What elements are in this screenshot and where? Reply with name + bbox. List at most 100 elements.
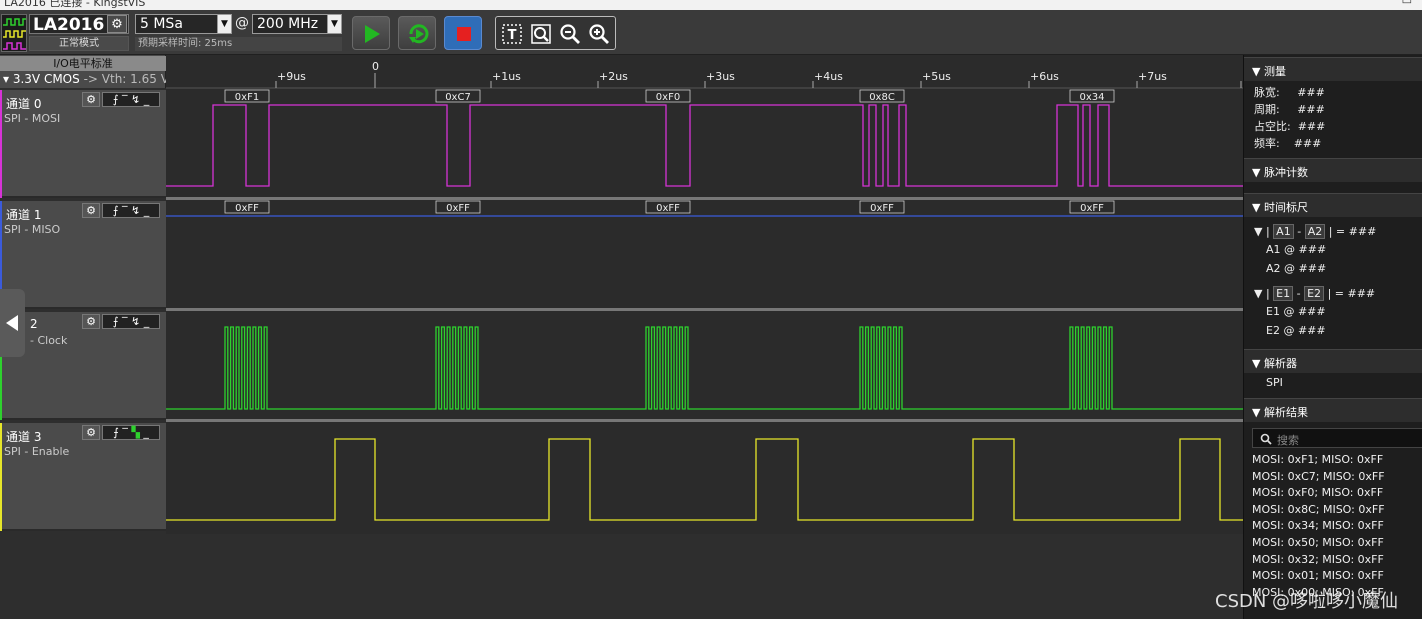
- pulse-count-title: ▼ 脉冲计数: [1252, 166, 1308, 179]
- measure-section-header[interactable]: ▼ 测量: [1244, 57, 1422, 81]
- result-row[interactable]: MOSI: 0x8C; MISO: 0xFF: [1252, 503, 1385, 516]
- decode-label: 0x8C: [869, 92, 895, 103]
- start-button[interactable]: [352, 16, 390, 50]
- at-symbol: @: [235, 15, 249, 31]
- time-markers-section-header[interactable]: ▼ 时间标尺: [1244, 193, 1422, 217]
- decode-label: 0xFF: [656, 203, 680, 214]
- ruler-tick-label: +2us: [599, 70, 628, 83]
- toolbar: LA2016 ⚙ 正常模式 5 MSa ▼ @ 200 MHz ▼ 预期采样时间…: [0, 10, 1422, 55]
- zoom-toolbar: T: [495, 16, 616, 50]
- results-search-input[interactable]: 搜索: [1252, 428, 1422, 448]
- sample-rate-value: 200 MHz: [257, 16, 319, 32]
- ruler-tick-label: +7us: [1138, 70, 1167, 83]
- io-standard-header: I/O电平标准 ▾ 3.3V CMOS -> Vth: 1.65 V: [0, 55, 169, 88]
- channel-gear-icon[interactable]: ⚙: [82, 314, 100, 329]
- channel-color-stripe: [0, 90, 2, 198]
- channel-name: 通道 3: [6, 430, 42, 444]
- ruler-tick-label: +5us: [922, 70, 951, 83]
- sample-depth-select[interactable]: 5 MSa ▼: [135, 14, 232, 34]
- result-row[interactable]: MOSI: 0xF1; MISO: 0xFF: [1252, 453, 1383, 466]
- channel-trigger-icons: ⚙ ⨍ ‾ ↯ _: [82, 314, 162, 330]
- decode-label: 0xF0: [656, 92, 680, 103]
- chevron-down-icon[interactable]: ▼: [217, 15, 231, 33]
- zoom-in-button[interactable]: [588, 23, 610, 45]
- mosi-waveform: [166, 104, 1243, 187]
- trigger-edge-icons[interactable]: ⨍ ‾ ▚ _: [102, 425, 160, 440]
- waveform-area[interactable]: 0xF1 0xC7 0xF0 0x8C 0x34 0xFF 0xFF 0xFF 0xFF 0xFF: [166, 89, 1243, 534]
- io-level-value: ▾ 3.3V CMOS: [3, 72, 80, 86]
- channel-gear-icon[interactable]: ⚙: [82, 92, 100, 107]
- decode-label: 0xFF: [235, 203, 259, 214]
- marker-e-pair[interactable]: ▼ | E1 - E2 | = ###: [1254, 286, 1375, 301]
- right-panel: ▼ 测量 脉宽: ### 周期: ### 占空比: ### 频率: ### ▼ …: [1243, 55, 1422, 619]
- result-row[interactable]: MOSI: 0x01; MISO: 0xFF: [1252, 569, 1384, 582]
- trigger-edge-icons[interactable]: ⨍ ‾ ↯ _: [102, 314, 160, 329]
- channel-trigger-icons: ⚙ ⨍ ‾ ↯ _: [82, 92, 162, 108]
- channel-color-stripe: [0, 423, 2, 531]
- text-tool-icon: T: [502, 24, 522, 44]
- collapse-panel-button[interactable]: [0, 289, 25, 357]
- channel-0-label[interactable]: 通道 0 SPI - MOSI ⚙ ⨍ ‾ ↯ _: [0, 90, 166, 198]
- channel-trigger-icons: ⚙ ⨍ ‾ ↯ _: [82, 203, 162, 219]
- zoom-out-icon: [560, 24, 580, 44]
- decode-label: 0xFF: [446, 203, 470, 214]
- trigger-edge-icons[interactable]: ⨍ ‾ ↯ _: [102, 203, 160, 218]
- measure-frequency: 频率: ###: [1254, 137, 1322, 150]
- text-tool-button[interactable]: T: [501, 23, 523, 45]
- analyzers-section-header[interactable]: ▼ 解析器: [1244, 349, 1422, 373]
- result-row[interactable]: MOSI: 0x50; MISO: 0xFF: [1252, 536, 1384, 549]
- decode-label: 0xC7: [445, 92, 471, 103]
- channel-label: - Clock: [30, 334, 68, 347]
- app-logo-icon: [1, 14, 27, 52]
- stop-button[interactable]: [444, 16, 482, 50]
- window-restore-icon[interactable]: ▭: [1402, 0, 1412, 7]
- decode-label: 0x34: [1079, 92, 1104, 103]
- svg-text:T: T: [508, 28, 517, 43]
- marker-a1: A1 @ ###: [1266, 243, 1327, 256]
- ruler-tick-label: +9us: [277, 70, 306, 83]
- pulse-count-section-header[interactable]: ▼ 脉冲计数: [1244, 158, 1422, 182]
- search-icon: [1260, 433, 1272, 445]
- zoom-fit-icon: [531, 24, 551, 44]
- channel-1-label[interactable]: 通道 1 SPI - MISO ⚙ ⨍ ‾ ↯ _: [0, 201, 166, 309]
- analyzer-item-spi[interactable]: SPI: [1266, 376, 1283, 389]
- repeat-run-button[interactable]: [398, 16, 436, 50]
- io-level-select[interactable]: ▾ 3.3V CMOS -> Vth: 1.65 V: [3, 72, 169, 86]
- ruler-tick-label: +4us: [814, 70, 843, 83]
- measure-period: 周期: ###: [1254, 103, 1325, 116]
- vth-value: -> Vth: 1.65 V: [83, 72, 169, 86]
- marker-a-pair[interactable]: ▼ | A1 - A2 | = ###: [1254, 224, 1376, 239]
- trigger-edge-icons[interactable]: ⨍ ‾ ↯ _: [102, 92, 160, 107]
- zoom-out-button[interactable]: [559, 23, 581, 45]
- clock-waveform: [166, 326, 1243, 410]
- measure-title: ▼ 测量: [1252, 65, 1286, 78]
- time-ruler[interactable]: +9us0+1us+2us+3us+4us+5us+6us+7us+8: [166, 55, 1258, 89]
- result-row[interactable]: MOSI: 0x32; MISO: 0xFF: [1252, 553, 1384, 566]
- io-standard-title: I/O电平标准: [0, 56, 166, 71]
- marker-e2: E2 @ ###: [1266, 324, 1326, 337]
- channel-gear-icon[interactable]: ⚙: [82, 425, 100, 440]
- chevron-down-icon[interactable]: ▼: [327, 15, 341, 33]
- enable-waveform: [166, 438, 1243, 521]
- channel-gear-icon[interactable]: ⚙: [82, 203, 100, 218]
- device-name-text: LA2016: [33, 15, 105, 35]
- ruler-tick-label: +3us: [706, 70, 735, 83]
- analyzers-title: ▼ 解析器: [1252, 357, 1297, 370]
- sample-depth-value: 5 MSa: [140, 16, 183, 32]
- device-settings-gear-icon[interactable]: ⚙: [107, 15, 127, 33]
- channel-name: 2: [30, 317, 38, 331]
- channel-label: SPI - Enable: [4, 445, 70, 458]
- result-row[interactable]: MOSI: 0xC7; MISO: 0xFF: [1252, 470, 1385, 483]
- channel-3-label[interactable]: 通道 3 SPI - Enable ⚙ ⨍ ‾ ▚ _: [0, 423, 166, 531]
- watermark: CSDN @哆啦哆小魔仙: [1215, 591, 1399, 612]
- sample-rate-select[interactable]: 200 MHz ▼: [252, 14, 342, 34]
- results-title: ▼ 解析结果: [1252, 406, 1308, 419]
- result-row[interactable]: MOSI: 0x34; MISO: 0xFF: [1252, 519, 1384, 532]
- channel-name: 通道 1: [6, 208, 42, 222]
- result-row[interactable]: MOSI: 0xF0; MISO: 0xFF: [1252, 486, 1383, 499]
- window-titlebar: LA2016 已连接 - KingstVIS ▭: [0, 0, 1422, 10]
- channel-label: SPI - MISO: [4, 223, 61, 236]
- results-section-header[interactable]: ▼ 解析结果: [1244, 398, 1422, 422]
- measure-pulse-width: 脉宽: ###: [1254, 86, 1325, 99]
- zoom-fit-button[interactable]: [530, 23, 552, 45]
